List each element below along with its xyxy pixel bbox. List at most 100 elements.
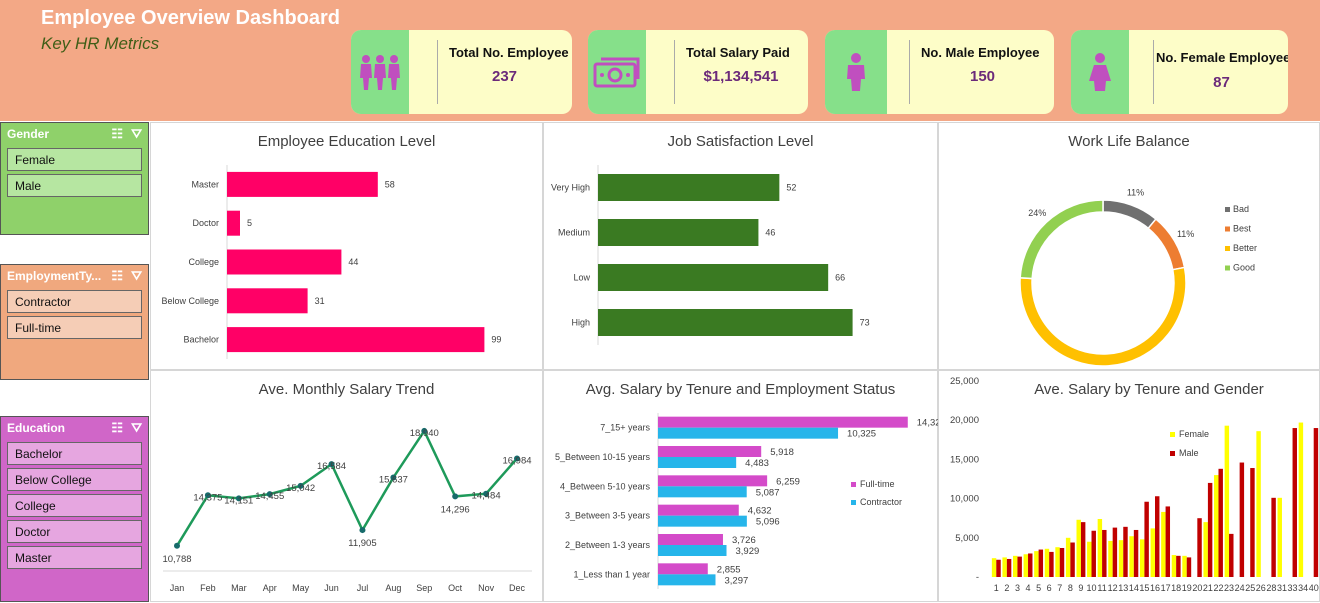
data-label: 4,632 <box>748 506 772 517</box>
salary-by-tenure-gender-chart: Ave. Salary by Tenure and Gender 25,000 2… <box>938 370 1320 602</box>
work-life-balance-svg: 11%11%54%24%BadBestBetterGood <box>1019 188 1257 367</box>
kpi-label: No. Male Employee <box>921 45 1040 60</box>
data-point <box>452 493 459 500</box>
slicer-title: Gender <box>7 127 50 141</box>
bar <box>1250 468 1255 577</box>
data-label: 15,637 <box>379 474 408 485</box>
bar <box>1108 540 1113 577</box>
clear-filter-icon[interactable]: ⛛ <box>131 420 142 436</box>
slicer-item-doctor[interactable]: Doctor <box>7 520 142 543</box>
slicer-item-male[interactable]: Male <box>7 174 142 197</box>
salary-by-tenure-gender-svg: 25,00020,00015,00010,0005,000-1 2 3 4 5 6 7 8 9 1… <box>950 376 1319 593</box>
category-label: 3 <box>1015 583 1020 593</box>
bar <box>1186 557 1192 577</box>
slicer-item-bachelor[interactable]: Bachelor <box>7 442 142 465</box>
slicer-item-master[interactable]: Master <box>7 546 142 569</box>
data-label: 14,324 <box>917 418 939 429</box>
category-label: Dec <box>509 583 526 593</box>
slicer-item-contractor[interactable]: Contractor <box>7 290 142 313</box>
data-label: 52 <box>786 183 796 193</box>
bar <box>1013 555 1018 577</box>
bar <box>1102 529 1107 577</box>
category-label: 1_Less than 1 year <box>573 569 650 579</box>
category-label: Master <box>191 179 219 189</box>
category-label: Jul <box>357 583 369 593</box>
bar <box>1218 468 1223 577</box>
category-label: 7_15+ years <box>600 423 650 433</box>
legend-swatch <box>1225 246 1230 251</box>
bar <box>227 327 485 353</box>
clear-filter-icon[interactable]: ⛛ <box>131 268 142 284</box>
bar <box>1239 462 1245 577</box>
bar <box>658 534 723 545</box>
category-label: 20 <box>1192 583 1202 593</box>
bar <box>1044 548 1050 577</box>
bar <box>1059 547 1065 577</box>
bar <box>1139 539 1145 577</box>
work-life-balance-chart: Work Life Balance 11%11%54%24%BadBestBet… <box>938 122 1320 370</box>
bar <box>1271 497 1276 577</box>
data-label: 6,259 <box>776 476 800 487</box>
bar <box>1091 530 1096 577</box>
category-label: 8 <box>1068 583 1073 593</box>
data-label: 46 <box>765 228 775 238</box>
category-label: 34 <box>1298 583 1308 593</box>
education-level-svg: Master 58 Doctor 5 College 44 Below College 31 B… <box>161 165 501 359</box>
multi-select-icon[interactable]: ☷ <box>111 268 123 284</box>
bar <box>1207 482 1213 577</box>
bar <box>1087 541 1092 577</box>
category-label: 2_Between 1-3 years <box>565 540 651 550</box>
education-level-chart: Employee Education Level Master 58 Doctor 5… <box>150 122 543 370</box>
kpi-card-total-salary: Total Salary Paid $1,134,541 <box>588 30 808 114</box>
category-label: 15 <box>1139 583 1149 593</box>
bar <box>1224 425 1230 577</box>
bar <box>658 457 737 468</box>
category-label: Doctor <box>192 218 219 228</box>
kpi-label: Total No. Employee <box>449 45 569 60</box>
bar <box>658 574 716 586</box>
data-label: 31 <box>315 296 325 306</box>
data-label: 10,788 <box>162 554 191 565</box>
bar <box>1129 536 1134 577</box>
slicer-item-below-college[interactable]: Below College <box>7 468 142 491</box>
bar <box>1006 558 1012 577</box>
kpi-value: 87 <box>1213 74 1230 91</box>
category-label: 18 <box>1171 583 1181 593</box>
bar <box>1229 533 1234 577</box>
slicer-item-college[interactable]: College <box>7 494 142 517</box>
data-label: 14,151 <box>224 495 253 506</box>
data-label: 11% <box>1177 229 1194 239</box>
data-label: 73 <box>860 318 870 328</box>
category-label: Aug <box>385 583 401 593</box>
tick-label: - <box>976 572 979 583</box>
tick-label: 10,000 <box>950 494 979 505</box>
bar <box>658 515 747 527</box>
slicer-item-female[interactable]: Female <box>7 148 142 171</box>
category-label: Nov <box>478 583 495 593</box>
category-label: 13 <box>1118 583 1128 593</box>
slicer-item-full-time[interactable]: Full-time <box>7 316 142 339</box>
category-label: 1 <box>994 583 999 593</box>
clear-filter-icon[interactable]: ⛛ <box>131 126 142 142</box>
category-label: Mar <box>231 583 247 593</box>
salary-by-tenure-status-chart: Avg. Salary by Tenure and Employment Sta… <box>543 370 939 602</box>
multi-select-icon[interactable]: ☷ <box>111 126 123 142</box>
kpi-label: Total Salary Paid <box>686 45 790 60</box>
data-label: 16,984 <box>502 455 531 466</box>
data-label: 3,297 <box>724 575 748 586</box>
kpi-value: 150 <box>969 68 996 85</box>
category-label: 4 <box>1026 583 1031 593</box>
bar <box>227 210 240 236</box>
bar <box>1182 555 1187 577</box>
bar <box>1080 522 1086 577</box>
bar <box>1123 526 1128 577</box>
kpi-card-female-employee: No. Female Employee 87 <box>1071 30 1288 114</box>
bar <box>1023 554 1029 577</box>
kpi-value: 237 <box>491 68 518 85</box>
bar <box>658 545 727 556</box>
multi-select-icon[interactable]: ☷ <box>111 420 123 436</box>
bar <box>1214 475 1219 577</box>
data-label: 10,325 <box>847 429 876 440</box>
bar <box>1176 555 1181 577</box>
bar <box>1002 557 1007 577</box>
